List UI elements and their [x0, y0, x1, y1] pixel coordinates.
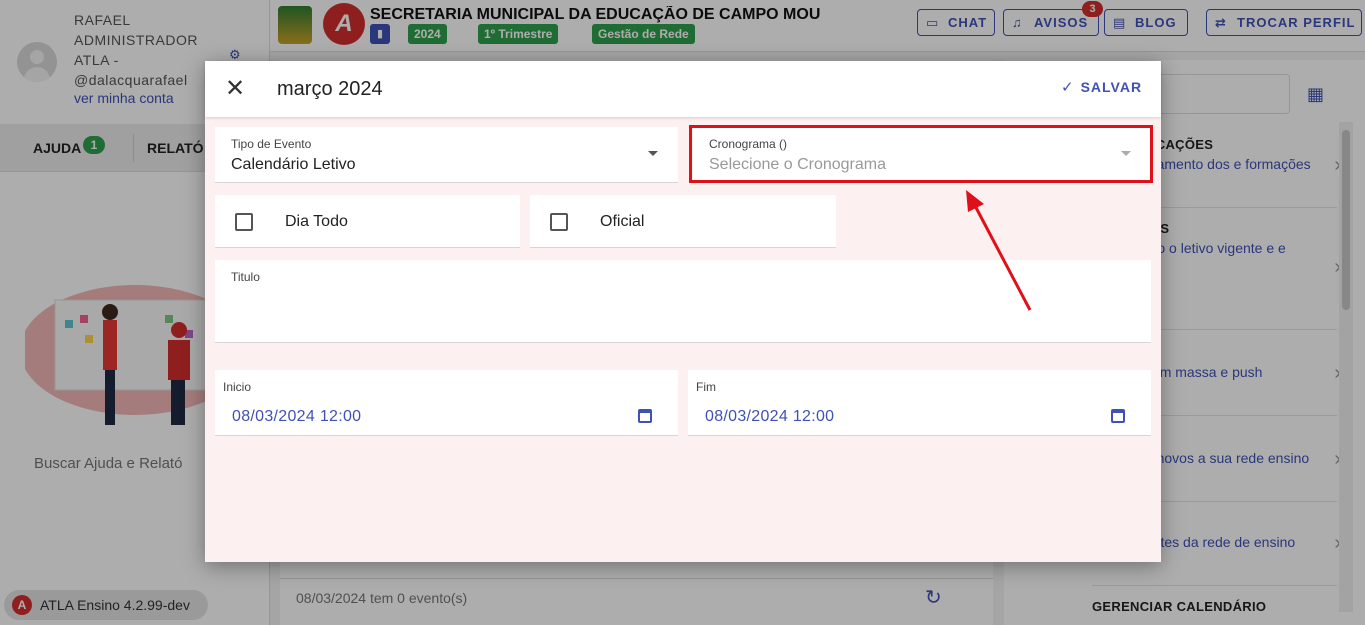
inicio-datetime[interactable]: Inicio 08/03/2024 12:00	[215, 370, 678, 436]
oficial-label: Oficial	[600, 213, 645, 230]
tipo-evento-value: Calendário Letivo	[231, 156, 356, 173]
dialog-header: ✕ março 2024 ✓ SALVAR	[205, 61, 1161, 117]
fim-label: Fim	[696, 380, 716, 394]
check-icon: ✓	[1061, 79, 1075, 96]
calendar-icon[interactable]	[1111, 409, 1125, 423]
save-label: SALVAR	[1080, 79, 1143, 95]
inicio-label: Inicio	[223, 380, 252, 394]
oficial-checkbox[interactable]	[550, 213, 568, 231]
fim-datetime[interactable]: Fim 08/03/2024 12:00	[688, 370, 1151, 436]
tipo-evento-select[interactable]: Tipo de Evento Calendário Letivo	[215, 127, 678, 183]
fim-value: 08/03/2024 12:00	[705, 408, 835, 425]
save-button[interactable]: ✓ SALVAR	[1061, 78, 1142, 100]
titulo-label: Titulo	[231, 270, 260, 284]
annotation-arrow	[966, 190, 1032, 311]
inicio-value: 08/03/2024 12:00	[232, 408, 362, 425]
highlight-box	[689, 125, 1153, 183]
close-icon[interactable]: ✕	[221, 75, 249, 103]
caret-down-icon	[648, 151, 658, 156]
oficial-card: Oficial	[530, 195, 836, 248]
dia-todo-label: Dia Todo	[285, 213, 348, 230]
calendar-icon[interactable]	[638, 409, 652, 423]
tipo-evento-label: Tipo de Evento	[231, 137, 312, 151]
dialog-title: março 2024	[277, 78, 383, 100]
dia-todo-checkbox[interactable]	[235, 213, 253, 231]
dia-todo-card: Dia Todo	[215, 195, 520, 248]
